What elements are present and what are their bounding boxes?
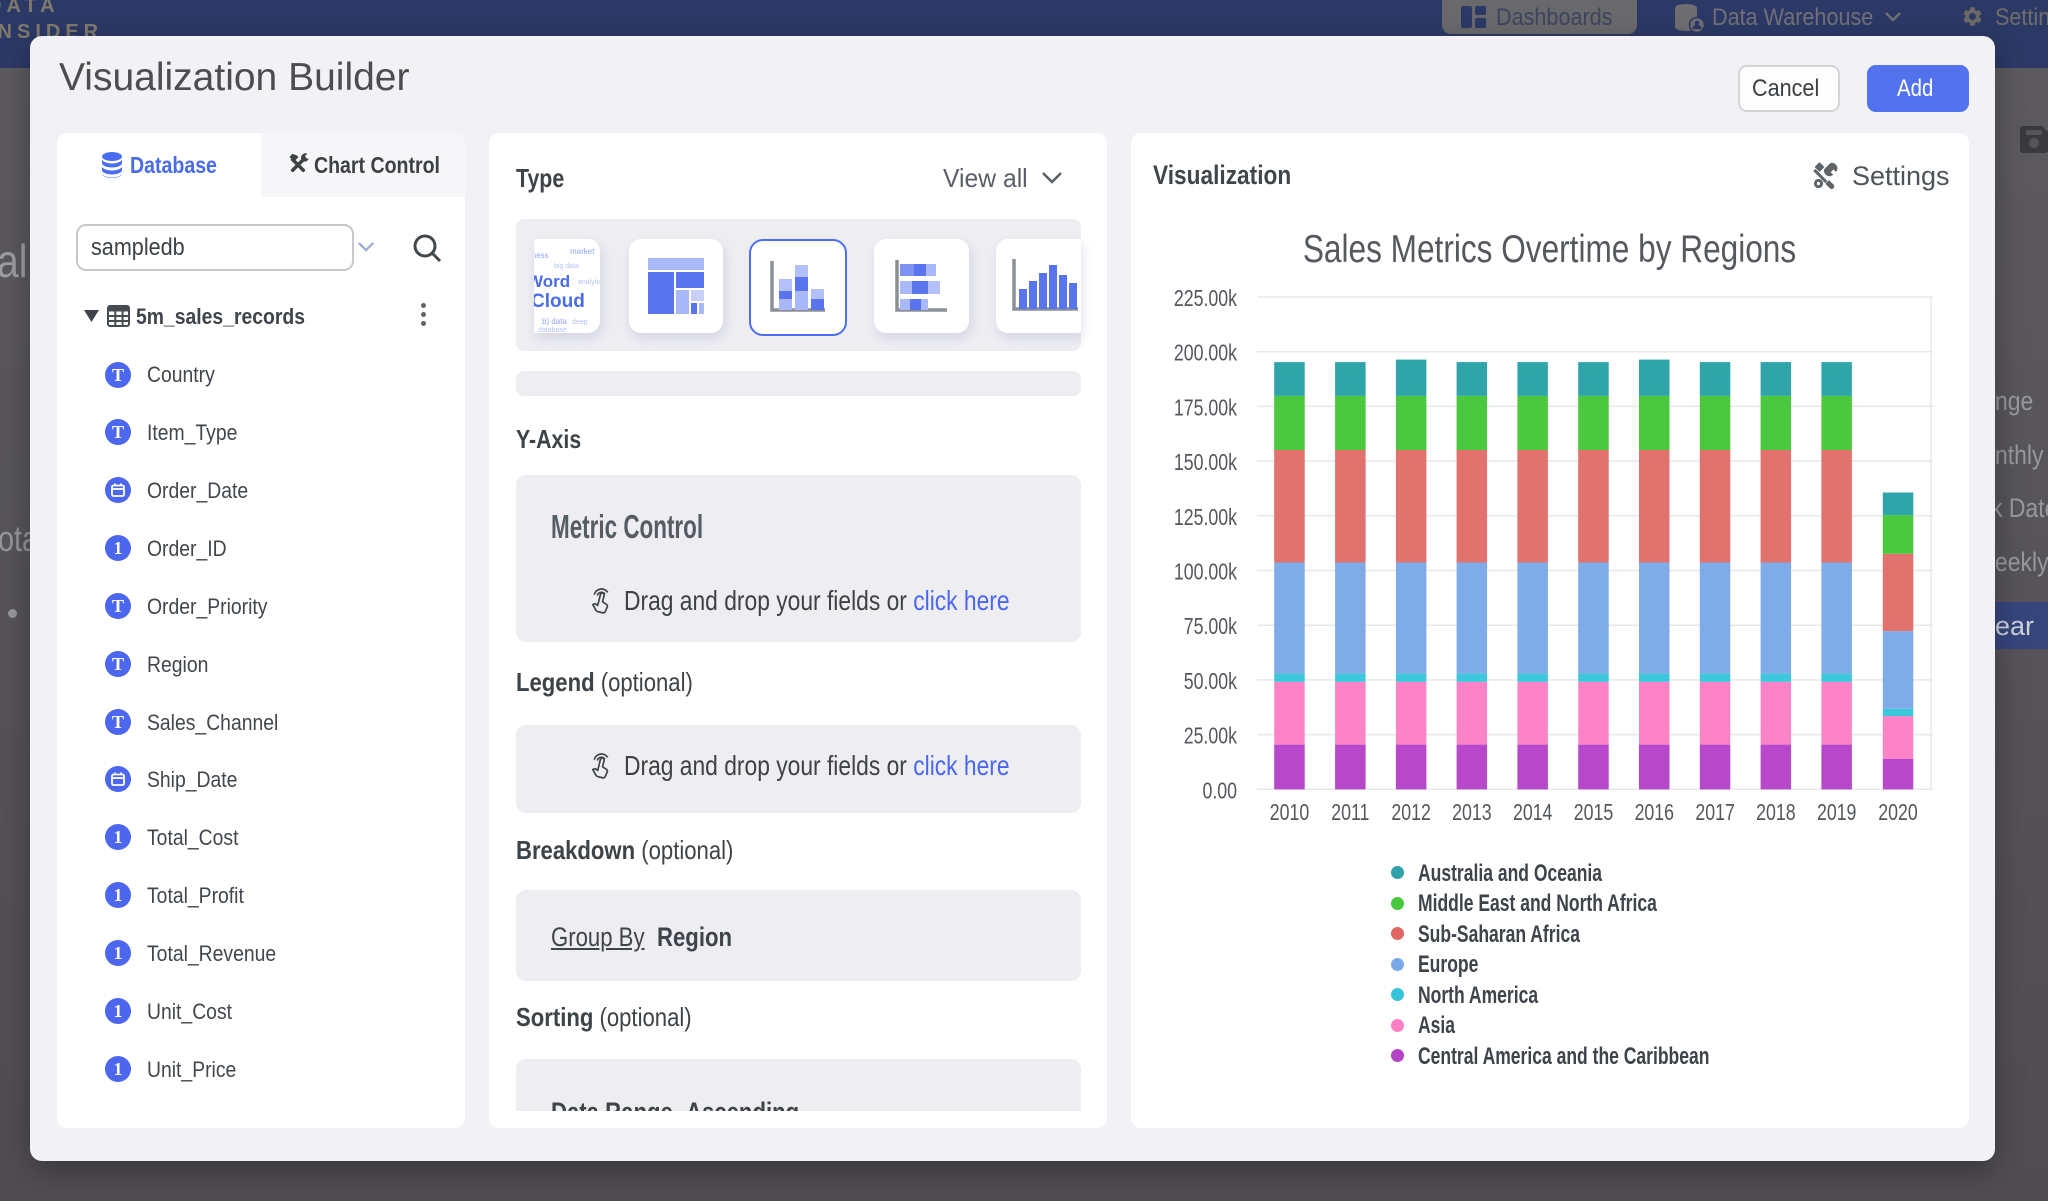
svg-text:175.00k: 175.00k (1174, 395, 1238, 421)
svg-text:0.00: 0.00 (1202, 778, 1237, 804)
svg-text:2014: 2014 (1513, 800, 1552, 826)
svg-text:100.00k: 100.00k (1174, 559, 1238, 585)
svg-text:2010: 2010 (1270, 800, 1309, 826)
svg-text:2018: 2018 (1756, 800, 1795, 826)
svg-text:150.00k: 150.00k (1174, 450, 1238, 476)
svg-text:2016: 2016 (1635, 800, 1674, 826)
svg-text:225.00k: 225.00k (1174, 286, 1238, 312)
svg-text:2012: 2012 (1391, 800, 1430, 826)
svg-text:2019: 2019 (1817, 800, 1856, 826)
svg-text:2011: 2011 (1331, 800, 1369, 826)
svg-text:50.00k: 50.00k (1184, 669, 1238, 695)
svg-text:2015: 2015 (1574, 800, 1613, 826)
svg-text:75.00k: 75.00k (1184, 614, 1238, 640)
svg-text:2017: 2017 (1695, 800, 1734, 826)
svg-text:25.00k: 25.00k (1184, 723, 1238, 749)
svg-text:2020: 2020 (1878, 800, 1917, 826)
svg-text:2013: 2013 (1452, 800, 1491, 826)
svg-text:200.00k: 200.00k (1174, 340, 1238, 366)
svg-text:125.00k: 125.00k (1174, 504, 1238, 530)
